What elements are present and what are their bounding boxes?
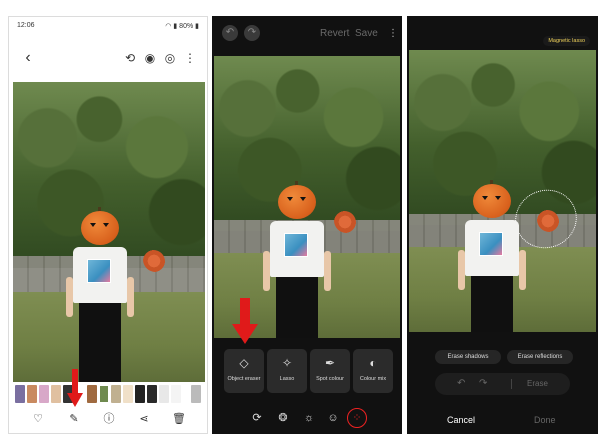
tool-label: Lasso: [279, 376, 295, 382]
orange-bush: [143, 250, 165, 272]
tool-colour-mix[interactable]: ◐ Colour mix: [353, 349, 393, 393]
thumbnail[interactable]: [27, 385, 37, 403]
gallery-toolbar: ‹ ⟲ ◉ ◎ ⋮: [9, 50, 207, 69]
thumbnail[interactable]: [111, 385, 121, 403]
back-icon[interactable]: ‹: [21, 50, 35, 66]
colour-mix-icon: ◐: [369, 356, 377, 370]
tool-object-eraser[interactable]: ◇ Object eraser: [224, 349, 264, 393]
wifi-icon: ◠: [165, 23, 172, 30]
share-icon[interactable]: ⋖: [137, 412, 151, 426]
sticker-icon[interactable]: ☺: [326, 411, 340, 425]
tool-label: Spot colour: [316, 376, 344, 382]
more-icon[interactable]: ⋮: [183, 51, 197, 65]
orange-bush: [334, 211, 356, 233]
status-battery: 80%: [179, 23, 194, 30]
heart-icon[interactable]: ♡: [31, 412, 45, 426]
active-tool-highlight: [347, 408, 367, 428]
edit-pencil-icon[interactable]: ✎: [67, 412, 81, 426]
thumbnail-strip[interactable]: [13, 385, 205, 403]
signal-icon: ▮: [173, 23, 178, 30]
status-time: 12:06: [17, 22, 35, 29]
thumbnail[interactable]: [171, 385, 181, 403]
red-arrow-indicator: [67, 369, 83, 409]
gallery-screen: 12:06 ◠ ▮ 80% ▮ ‹ ⟲ ◉ ◎ ⋮ ♡ ✎ ⓘ ⋖ 🗑: [8, 16, 208, 434]
redo-icon[interactable]: ↷: [479, 378, 487, 389]
adjust-icon[interactable]: ☼: [302, 411, 316, 425]
photo-view[interactable]: [13, 82, 205, 382]
divider: [511, 379, 512, 389]
done-button[interactable]: Done: [534, 415, 556, 425]
thumbnail[interactable]: [147, 385, 157, 403]
more-icon[interactable]: ⋮: [388, 28, 398, 39]
thumbnail[interactable]: [87, 385, 97, 403]
pumpkin-head-person: [262, 181, 332, 338]
object-eraser-icon: ◇: [239, 356, 249, 370]
magnetic-lasso-badge[interactable]: Magnetic lasso: [543, 36, 590, 46]
filter-icon[interactable]: ❂: [276, 411, 290, 425]
thumbnail[interactable]: [135, 385, 145, 403]
thumbnail[interactable]: [159, 385, 169, 403]
eraser-action-bar: ↶ ↷ Erase: [435, 373, 570, 395]
thumbnail[interactable]: [15, 385, 25, 403]
erase-button[interactable]: Erase: [527, 379, 548, 388]
tool-label: Colour mix: [359, 376, 387, 382]
crop-rotate-icon[interactable]: ⟳: [250, 411, 264, 425]
thumbnail[interactable]: [39, 385, 49, 403]
battery-icon: ▮: [195, 23, 199, 30]
tool-lasso[interactable]: ✧ Lasso: [267, 349, 307, 393]
tool-spot-colour[interactable]: ✒ Spot colour: [310, 349, 350, 393]
revert-button[interactable]: Revert: [320, 28, 349, 39]
editor-bottom-bar: ⟳ ❂ ☼ ☺ ⁘: [212, 408, 402, 429]
status-bar: 12:06 ◠ ▮ 80% ▮: [9, 17, 207, 35]
cast-icon[interactable]: ◎: [163, 51, 177, 65]
thumbnail[interactable]: [123, 385, 133, 403]
pumpkin-head-person: [457, 180, 527, 332]
eye-icon[interactable]: ◉: [143, 51, 157, 65]
thumbnail[interactable]: [191, 385, 201, 403]
undo-icon[interactable]: ↶: [222, 25, 238, 41]
object-eraser-screen: Magnetic lasso Erase shadows Erase refle…: [407, 16, 598, 434]
redo-icon[interactable]: ↷: [244, 25, 260, 41]
status-system: ◠ ▮ 80% ▮: [165, 22, 199, 30]
save-button[interactable]: Save: [355, 28, 378, 39]
undo-icon[interactable]: ↶: [457, 378, 465, 389]
rotate-icon[interactable]: ⟲: [123, 51, 137, 65]
editor-top-bar: ↶ ↷ Revert Save ⋮: [212, 16, 402, 48]
trash-icon[interactable]: 🗑: [172, 412, 186, 426]
red-arrow-indicator: [232, 298, 258, 344]
editor-screen: ↶ ↷ Revert Save ⋮ ◇ Object eraser ✧ Lass…: [212, 16, 402, 434]
lasso-icon: ✧: [281, 356, 293, 370]
tool-label: Object eraser: [227, 376, 261, 382]
erase-reflections-button[interactable]: Erase reflections: [507, 350, 573, 364]
erase-shadows-button[interactable]: Erase shadows: [435, 350, 501, 364]
info-icon[interactable]: ⓘ: [102, 412, 116, 426]
pumpkin-head-person: [65, 207, 135, 382]
thumbnail-selected[interactable]: [99, 385, 109, 403]
photo-canvas[interactable]: [409, 50, 596, 332]
spot-colour-icon: ✒: [324, 356, 336, 370]
cancel-button[interactable]: Cancel: [447, 415, 475, 425]
thumbnail[interactable]: [51, 385, 61, 403]
gallery-bottom-bar: ♡ ✎ ⓘ ⋖ 🗑: [9, 412, 207, 430]
photo-canvas[interactable]: [214, 56, 400, 338]
